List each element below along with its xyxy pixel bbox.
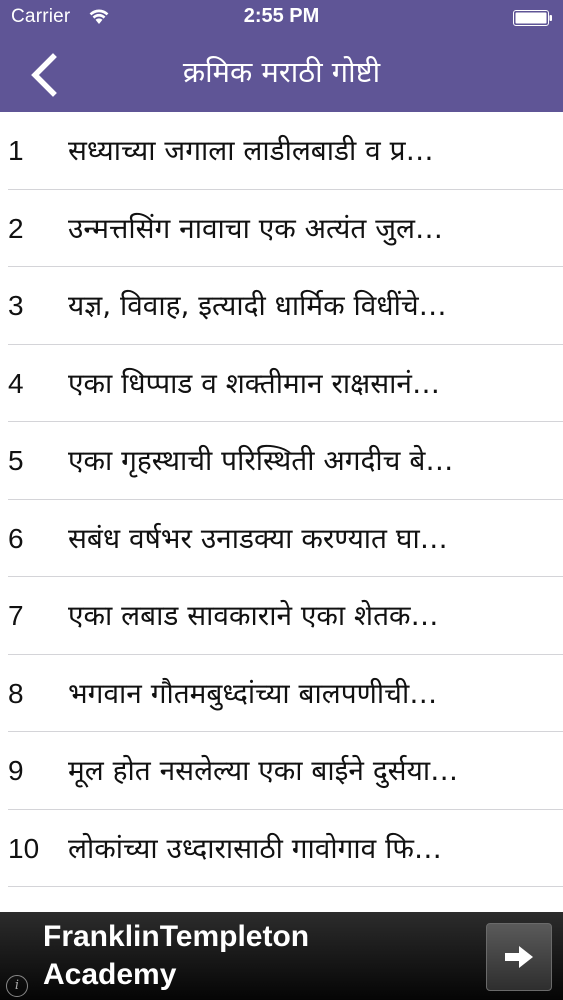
ad-arrow-button[interactable] <box>486 923 552 991</box>
story-list: 1 सध्याच्या जगाला लाडीलबाडी व प्र… 2 उन्… <box>0 112 563 887</box>
ad-banner[interactable]: FranklinTempleton Academy i <box>0 912 563 1000</box>
list-item[interactable]: 5 एका गृहस्थाची परिस्थिती अगदीच बे… <box>0 422 563 500</box>
nav-bar: क्रमिक मराठी गोष्टी <box>0 38 563 112</box>
item-title: लोकांच्या उध्दारासाठी गावोगाव फि… <box>68 831 442 865</box>
back-button[interactable] <box>20 50 66 100</box>
list-item[interactable]: 7 एका लबाड सावकाराने एका शेतक… <box>0 577 563 655</box>
status-time: 2:55 PM <box>243 5 320 27</box>
list-item[interactable]: 4 एका धिप्पाड व शक्तीमान राक्षसानं… <box>0 345 563 423</box>
item-number: 7 <box>8 600 24 631</box>
ad-text: FranklinTempleton Academy <box>43 918 309 994</box>
list-item[interactable]: 6 सबंध वर्षभर उनाडक्या करण्यात घा… <box>0 500 563 578</box>
list-item[interactable]: 8 भगवान गौतमबुध्दांच्या बालपणीची… <box>0 655 563 733</box>
item-number: 9 <box>8 755 24 786</box>
ad-line-2: Academy <box>43 958 177 991</box>
item-number: 5 <box>8 445 24 476</box>
header: Carrier 2:55 PM क्रमिक मराठी गोष्टी <box>0 0 563 112</box>
item-title: मूल होत नसलेल्या एका बाईने दुर्सया… <box>68 754 459 787</box>
item-number: 8 <box>8 677 24 709</box>
list-item[interactable]: 9 मूल होत नसलेल्या एका बाईने दुर्सया… <box>0 732 563 810</box>
item-number: 10 <box>8 832 40 864</box>
page-title: क्रमिक मराठी गोष्टी <box>182 55 381 89</box>
list-item[interactable]: 3 यज्ञ, विवाह, इत्यादी धार्मिक विधींचे… <box>0 267 563 345</box>
item-number: 6 <box>8 522 24 554</box>
item-title: भगवान गौतमबुध्दांच्या बालपणीची… <box>68 676 438 710</box>
item-title: एका धिप्पाड व शक्तीमान राक्षसानं… <box>68 366 440 400</box>
item-number: 1 <box>8 135 24 166</box>
battery-icon <box>513 10 552 26</box>
item-title: एका लबाड सावकाराने एका शेतक… <box>68 599 439 632</box>
item-title: यज्ञ, विवाह, इत्यादी धार्मिक विधींचे… <box>68 289 447 322</box>
chevron-left-icon <box>31 53 57 97</box>
item-number: 3 <box>8 290 24 321</box>
item-number: 4 <box>8 367 24 399</box>
list-item[interactable]: 2 उन्मत्तसिंग नावाचा एक अत्यंत जुल… <box>0 190 563 268</box>
item-title: सध्याच्या जगाला लाडीलबाडी व प्र… <box>68 134 434 167</box>
list-item[interactable]: 10 लोकांच्या उध्दारासाठी गावोगाव फि… <box>0 810 563 888</box>
item-title: सबंध वर्षभर उनाडक्या करण्यात घा… <box>68 521 448 555</box>
ad-line-1: FranklinTempleton <box>43 920 310 953</box>
item-title: उन्मत्तसिंग नावाचा एक अत्यंत जुल… <box>68 211 443 245</box>
item-number: 2 <box>8 212 24 244</box>
list-item[interactable]: 1 सध्याच्या जगाला लाडीलबाडी व प्र… <box>0 112 563 190</box>
status-bar: Carrier 2:55 PM <box>0 0 563 38</box>
info-icon[interactable]: i <box>6 975 28 997</box>
arrow-right-icon <box>505 946 533 968</box>
item-title: एका गृहस्थाची परिस्थिती अगदीच बे… <box>68 444 454 477</box>
